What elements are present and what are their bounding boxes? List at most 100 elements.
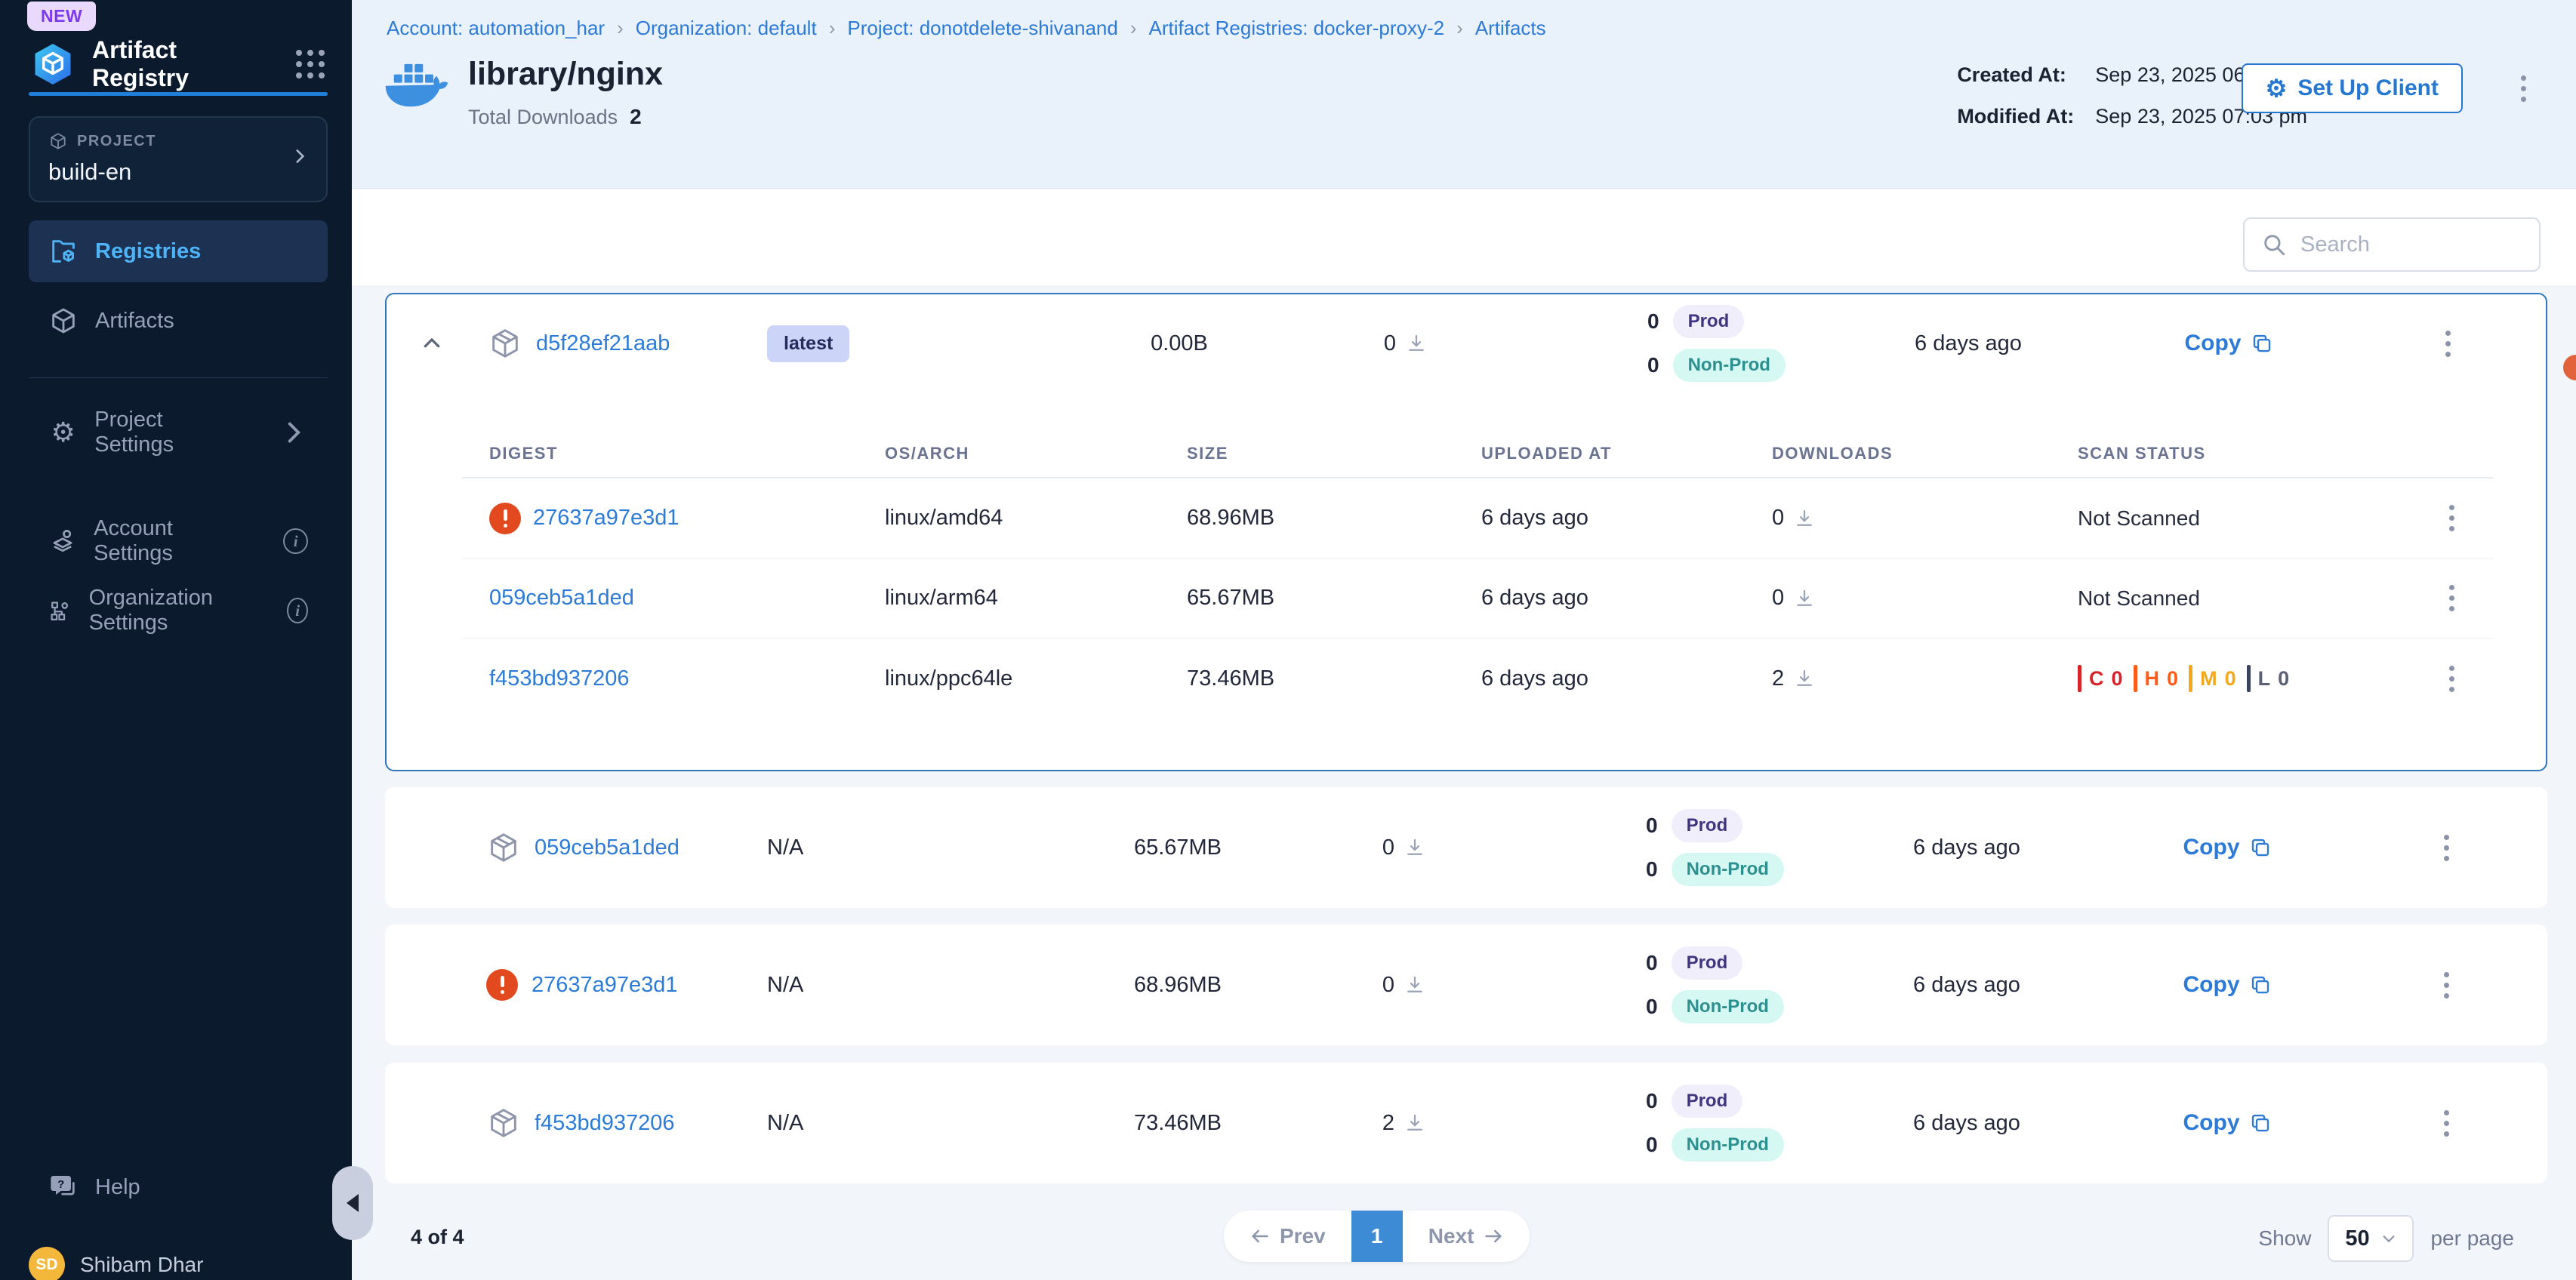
sidebar-item-artifacts[interactable]: Artifacts [29,290,328,352]
chevron-right-icon [290,146,310,166]
sidebar-item-label: Artifacts [95,309,174,334]
copy-label: Copy [2185,331,2242,356]
chevron-up-icon [421,332,443,355]
sidebar-item-label: Project Settings [94,408,245,457]
setup-client-label: Set Up Client [2297,75,2439,101]
current-page[interactable]: 1 [1351,1211,1403,1262]
tag-value: N/A [767,973,803,997]
copy-icon [2249,974,2272,996]
breadcrumb-organization[interactable]: Organization: default [636,17,817,40]
digest-actions-kebab[interactable] [2443,579,2460,617]
sidebar-collapse-handle[interactable] [332,1166,373,1240]
version-name-link[interactable]: f453bd937206 [535,1111,674,1136]
version-name-link[interactable]: 059ceb5a1ded [535,835,679,860]
toolbar [352,189,2576,285]
version-actions-kebab[interactable] [2438,966,2455,1005]
digest-size: 68.96MB [1187,506,1481,531]
copy-icon [2249,1112,2272,1134]
cube-icon [48,131,68,151]
version-downloads: 0 [1384,331,1396,356]
sidebar: NEW Artifact Registry PROJECT [0,0,352,1280]
cube-icon [488,326,522,361]
docker-icon [384,59,450,119]
prev-label: Prev [1280,1224,1326,1248]
cube-icon [486,830,521,865]
digest-size: 65.67MB [1187,586,1481,611]
info-icon[interactable]: i [283,528,308,554]
digest-table: DIGEST OS/ARCH SIZE UPLOADED AT DOWNLOAD… [462,430,2493,718]
prev-page-button[interactable]: Prev [1224,1211,1351,1262]
version-size: 65.67MB [1080,835,1276,860]
nonprod-badge: Non-Prod [1672,1128,1784,1162]
app-title: Artifact Registry [92,36,279,92]
breadcrumb-artifacts[interactable]: Artifacts [1475,17,1546,40]
digest-downloads: 0 [1772,586,1784,611]
breadcrumb-project[interactable]: Project: donotdelete-shivanand [847,17,1117,40]
copy-button[interactable]: Copy [2099,835,2356,860]
version-updated: 6 days ago [1836,331,2100,356]
version-size: 0.00B [1081,331,1277,356]
download-icon [1793,507,1816,530]
created-at-label: Created At: [1957,63,2074,87]
digest-uploaded: 6 days ago [1481,586,1772,611]
search-input[interactable] [2300,232,2522,257]
svg-text:?: ? [57,1178,64,1191]
copy-button[interactable]: Copy [2099,972,2356,998]
version-name-link[interactable]: 27637a97e3d1 [532,973,678,998]
sidebar-item-project-settings[interactable]: ⚙ Project Settings [29,402,328,463]
sidebar-item-registries[interactable]: Registries [29,220,328,282]
breadcrumb-separator: › [1456,17,1463,40]
next-page-button[interactable]: Next [1403,1211,1530,1262]
digest-link[interactable]: 27637a97e3d1 [533,506,679,531]
copy-button[interactable]: Copy [2099,1110,2356,1136]
digest-row: 059ceb5a1ded linux/arm64 65.67MB 6 days … [462,558,2493,638]
setup-client-button[interactable]: ⚙ Set Up Client [2242,63,2463,113]
artifact-list: d5f28ef21aab latest 0.00B 0 0 Prod 0 Non-P… [352,285,2576,1280]
digest-uploaded: 6 days ago [1481,506,1772,531]
digest-link[interactable]: 059ceb5a1ded [489,586,634,611]
version-actions-kebab[interactable] [2438,829,2455,867]
breadcrumb-account[interactable]: Account: automation_har [387,17,605,40]
version-actions-kebab[interactable] [2439,325,2457,363]
digest-link[interactable]: f453bd937206 [489,666,629,691]
per-page-label: per page [2430,1226,2514,1251]
prod-badge: Prod [1672,809,1743,842]
version-actions-kebab[interactable] [2438,1104,2455,1143]
help-chat-icon: ? [48,1172,79,1202]
sidebar-item-account-settings[interactable]: Account Settings i [29,510,328,572]
digest-actions-kebab[interactable] [2443,499,2460,537]
version-updated: 6 days ago [1835,1111,2099,1136]
page-size-select[interactable]: 50 [2328,1215,2414,1262]
gear-icon: ⚙ [48,419,78,446]
tag-badge: latest [767,325,849,362]
chevron-down-icon [2380,1230,2397,1247]
breadcrumb-registry[interactable]: Artifact Registries: docker-proxy-2 [1149,17,1445,40]
prod-count: 0 [1647,309,1659,334]
digest-row: f453bd937206 linux/ppc64le 73.46MB 6 day… [462,638,2493,718]
warning-icon [489,503,521,534]
nonprod-count: 0 [1647,353,1659,377]
download-icon [1793,667,1816,690]
sidebar-item-organization-settings[interactable]: Organization Settings i [29,580,328,642]
collapse-row-button[interactable] [387,332,477,355]
version-card: f453bd937206 N/A 73.46MB 2 0Prod 0Non-Pr… [385,1063,2547,1183]
sidebar-divider [29,377,328,378]
version-name-link[interactable]: d5f28ef21aab [536,331,670,356]
account-settings-icon [48,526,77,556]
digest-size: 73.46MB [1187,666,1481,691]
digest-os-arch: linux/arm64 [885,586,1187,611]
download-icon [1793,587,1816,610]
project-selector[interactable]: PROJECT build-en [29,116,328,202]
sidebar-item-help[interactable]: ? Help [29,1156,328,1218]
main-area: Account: automation_har › Organization: … [352,0,2576,1280]
info-icon[interactable]: i [287,598,308,623]
prod-badge: Prod [1672,1085,1743,1118]
repo-actions-kebab[interactable] [2515,69,2532,108]
prod-count: 0 [1646,814,1658,838]
list-footer: 4 of 4 Prev 1 Next Show 50 per page [352,1208,2576,1280]
copy-button[interactable]: Copy [2100,331,2357,356]
version-downloads: 0 [1382,835,1394,860]
digest-actions-kebab[interactable] [2443,660,2460,698]
user-menu[interactable]: SD Shibam Dhar [29,1247,203,1280]
app-switcher-icon[interactable] [296,50,325,78]
